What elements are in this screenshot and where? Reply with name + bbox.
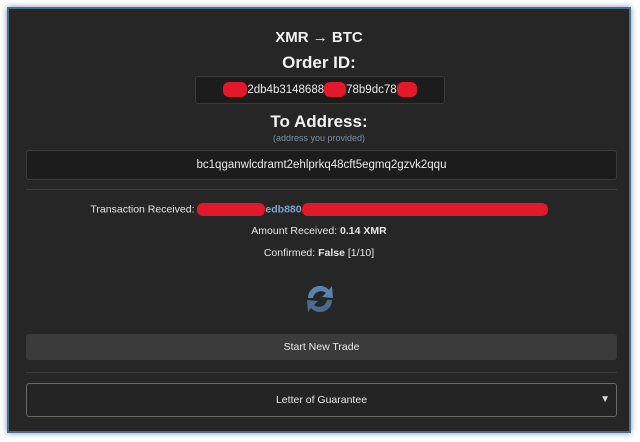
confirmed-line: Confirmed: False [1/10] [9, 247, 629, 259]
refresh-icon [302, 281, 338, 317]
redaction-mark [301, 203, 548, 216]
transaction-hash-link[interactable]: edb880 [265, 203, 301, 215]
to-address-value: bc1qganwlcdramt2ehlprkq48cft5egmq2gzvk2q… [196, 159, 447, 171]
order-id-part-2: 78b9dc78 [346, 84, 397, 96]
to-address-heading: To Address: [270, 112, 368, 131]
trade-pair-title: XMR → BTC [275, 29, 363, 46]
start-new-trade-button[interactable]: Start New Trade [26, 334, 617, 360]
redaction-mark [223, 82, 248, 98]
divider [26, 372, 617, 373]
order-id-heading: Order ID: [282, 53, 356, 72]
confirmed-value: False [318, 247, 345, 259]
redaction-mark [324, 82, 347, 98]
transaction-label: Transaction Received: [90, 203, 195, 216]
guarantee-select[interactable]: Letter of Guarantee ▼ [26, 383, 617, 417]
to-address-note: (address you provided) [272, 133, 366, 143]
triangle-down-icon: ▼ [600, 394, 610, 405]
redaction-mark [197, 203, 266, 216]
amount-received-line: Amount Received: 0.14 XMR [9, 225, 629, 237]
confirmed-label: Confirmed: [263, 247, 316, 259]
redaction-mark [396, 82, 417, 98]
transaction-received-line: Transaction Received: edb880 [9, 203, 629, 216]
guarantee-selected-value: Letter of Guarantee [275, 394, 368, 406]
confirmed-count: [1/10] [347, 247, 375, 259]
amount-label: Amount Received: [251, 225, 338, 237]
exchange-panel: XMR → BTC Order ID: 2db4b3148688 78b9dc78… [7, 7, 631, 433]
amount-value: 0.14 XMR [340, 225, 387, 237]
order-id-part-1: 2db4b3148688 [247, 84, 325, 96]
order-id-box: 2db4b3148688 78b9dc78 [195, 76, 445, 104]
to-address-box: bc1qganwlcdramt2ehlprkq48cft5egmq2gzvk2q… [26, 150, 617, 180]
divider [26, 189, 617, 190]
